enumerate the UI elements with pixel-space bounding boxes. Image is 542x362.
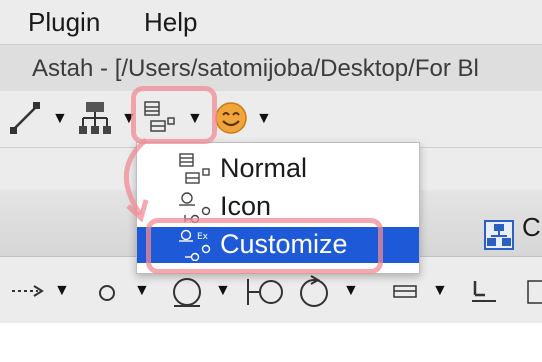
line-style-icon[interactable] (8, 101, 42, 140)
menu-item-label: Normal (220, 153, 308, 183)
window-titlebar: Astah - [/Users/satomijoba/Desktop/For B… (0, 44, 542, 92)
diagram-tab-label[interactable]: C (522, 212, 541, 243)
menu-bar: Plugin Help (0, 0, 542, 44)
toolbar-highlight-ring (131, 86, 217, 144)
dependency-arrow-icon[interactable] (10, 281, 46, 306)
menu-item-normal[interactable]: Normal (137, 151, 419, 185)
class-small-icon[interactable] (393, 283, 417, 304)
main-toolbar: ▼ ▼ ▼ ▼ (0, 91, 542, 147)
lifeline-icon[interactable] (470, 277, 500, 312)
menu-plugin[interactable]: Plugin (28, 7, 100, 38)
diagram-icon[interactable] (484, 220, 514, 255)
interface-small-icon[interactable] (97, 283, 117, 308)
window-title: Astah - [/Users/satomijoba/Desktop/For B… (32, 55, 479, 82)
frame-icon[interactable] (526, 277, 542, 312)
smiley-dropdown-arrow[interactable]: ▼ (256, 111, 272, 127)
entity-icon[interactable] (170, 275, 204, 314)
tree-layout-icon[interactable] (78, 101, 112, 140)
entity-dropdown-arrow[interactable]: ▼ (215, 283, 231, 299)
smiley-face-icon[interactable] (214, 101, 248, 140)
class-small-dropdown-arrow[interactable]: ▼ (432, 283, 448, 299)
control-dropdown-arrow[interactable]: ▼ (343, 283, 359, 299)
dependency-dropdown-arrow[interactable]: ▼ (54, 283, 70, 299)
interface-dropdown-arrow[interactable]: ▼ (134, 283, 150, 299)
boundary-icon[interactable] (244, 275, 286, 314)
line-style-dropdown-arrow[interactable]: ▼ (52, 111, 68, 127)
control-icon[interactable] (297, 273, 331, 314)
menu-help[interactable]: Help (144, 7, 197, 38)
class-box-icon (177, 153, 213, 190)
menu-highlight-ring (146, 218, 383, 274)
